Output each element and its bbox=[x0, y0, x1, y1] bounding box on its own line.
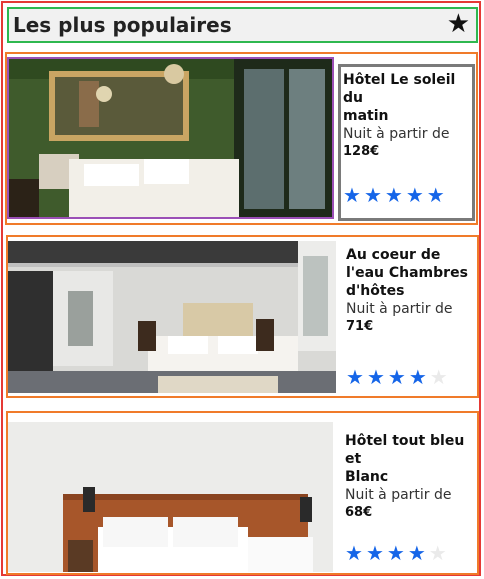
hotel-price: 71€ bbox=[346, 319, 374, 334]
star-icon[interactable]: ★ bbox=[447, 11, 470, 37]
hotel-name[interactable]: Hôtel Le soleil du bbox=[343, 71, 470, 107]
star-icon: ★ bbox=[386, 541, 405, 565]
star-icon: ★ bbox=[387, 365, 406, 389]
rating-stars: ★ ★ ★ ★ ★ bbox=[346, 367, 448, 387]
rating-stars: ★ ★ ★ ★ ★ bbox=[345, 543, 447, 563]
section-header: Les plus populaires ★ bbox=[7, 7, 478, 43]
star-icon: ★ bbox=[366, 365, 385, 389]
star-icon: ★ bbox=[408, 365, 427, 389]
star-icon: ★ bbox=[405, 183, 424, 207]
star-icon: ★ bbox=[384, 183, 403, 207]
price-prefix: Nuit à partir de bbox=[345, 487, 452, 503]
star-icon: ★ bbox=[429, 365, 448, 389]
hotel-name[interactable]: Hôtel tout bleu et bbox=[345, 432, 469, 468]
price-prefix: Nuit à partir de bbox=[343, 126, 450, 142]
star-icon: ★ bbox=[426, 183, 445, 207]
star-icon: ★ bbox=[365, 541, 384, 565]
star-icon: ★ bbox=[428, 541, 447, 565]
hotel-photo[interactable] bbox=[8, 422, 333, 572]
hotel-name-continued[interactable]: matin bbox=[343, 107, 470, 125]
hotel-photo[interactable] bbox=[7, 57, 334, 219]
hotel-name-continued[interactable]: Blanc bbox=[345, 468, 469, 486]
section-title: Les plus populaires bbox=[13, 13, 232, 37]
star-icon: ★ bbox=[407, 541, 426, 565]
hotel-price: 68€ bbox=[345, 505, 373, 520]
star-icon: ★ bbox=[346, 365, 364, 389]
hotel-name[interactable]: Au coeur de l'eau Chambres d'hôtes bbox=[346, 246, 469, 300]
hotel-info: Hôtel Le soleil du matin Nuit à partir d… bbox=[338, 64, 475, 221]
star-icon: ★ bbox=[363, 183, 382, 207]
price-prefix: Nuit à partir de bbox=[346, 301, 453, 317]
star-icon: ★ bbox=[345, 541, 363, 565]
star-icon: ★ bbox=[343, 183, 361, 207]
hotel-info: Au coeur de l'eau Chambres d'hôtes Nuit … bbox=[340, 246, 475, 391]
hotel-photo[interactable] bbox=[8, 241, 336, 393]
rating-stars: ★ ★ ★ ★ ★ bbox=[343, 185, 445, 205]
hotel-price: 128€ bbox=[343, 144, 380, 159]
hotel-info: Hôtel tout bleu et Blanc Nuit à partir d… bbox=[339, 432, 475, 572]
